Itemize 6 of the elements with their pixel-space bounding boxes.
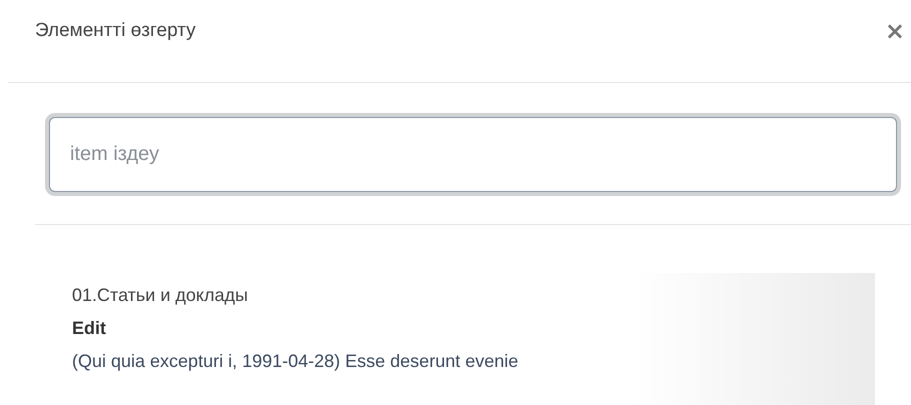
item-description: (Qui quia excepturi i, 1991-04-28) Esse deserunt evenie bbox=[72, 351, 520, 372]
category-label: 01.Статьи и доклады bbox=[72, 285, 249, 306]
dialog-title: Элементті өзгерту bbox=[35, 20, 196, 42]
close-button[interactable]: × bbox=[884, 19, 905, 43]
search-field[interactable]: item іздеу bbox=[49, 117, 897, 192]
action-label: Edit bbox=[72, 318, 107, 339]
